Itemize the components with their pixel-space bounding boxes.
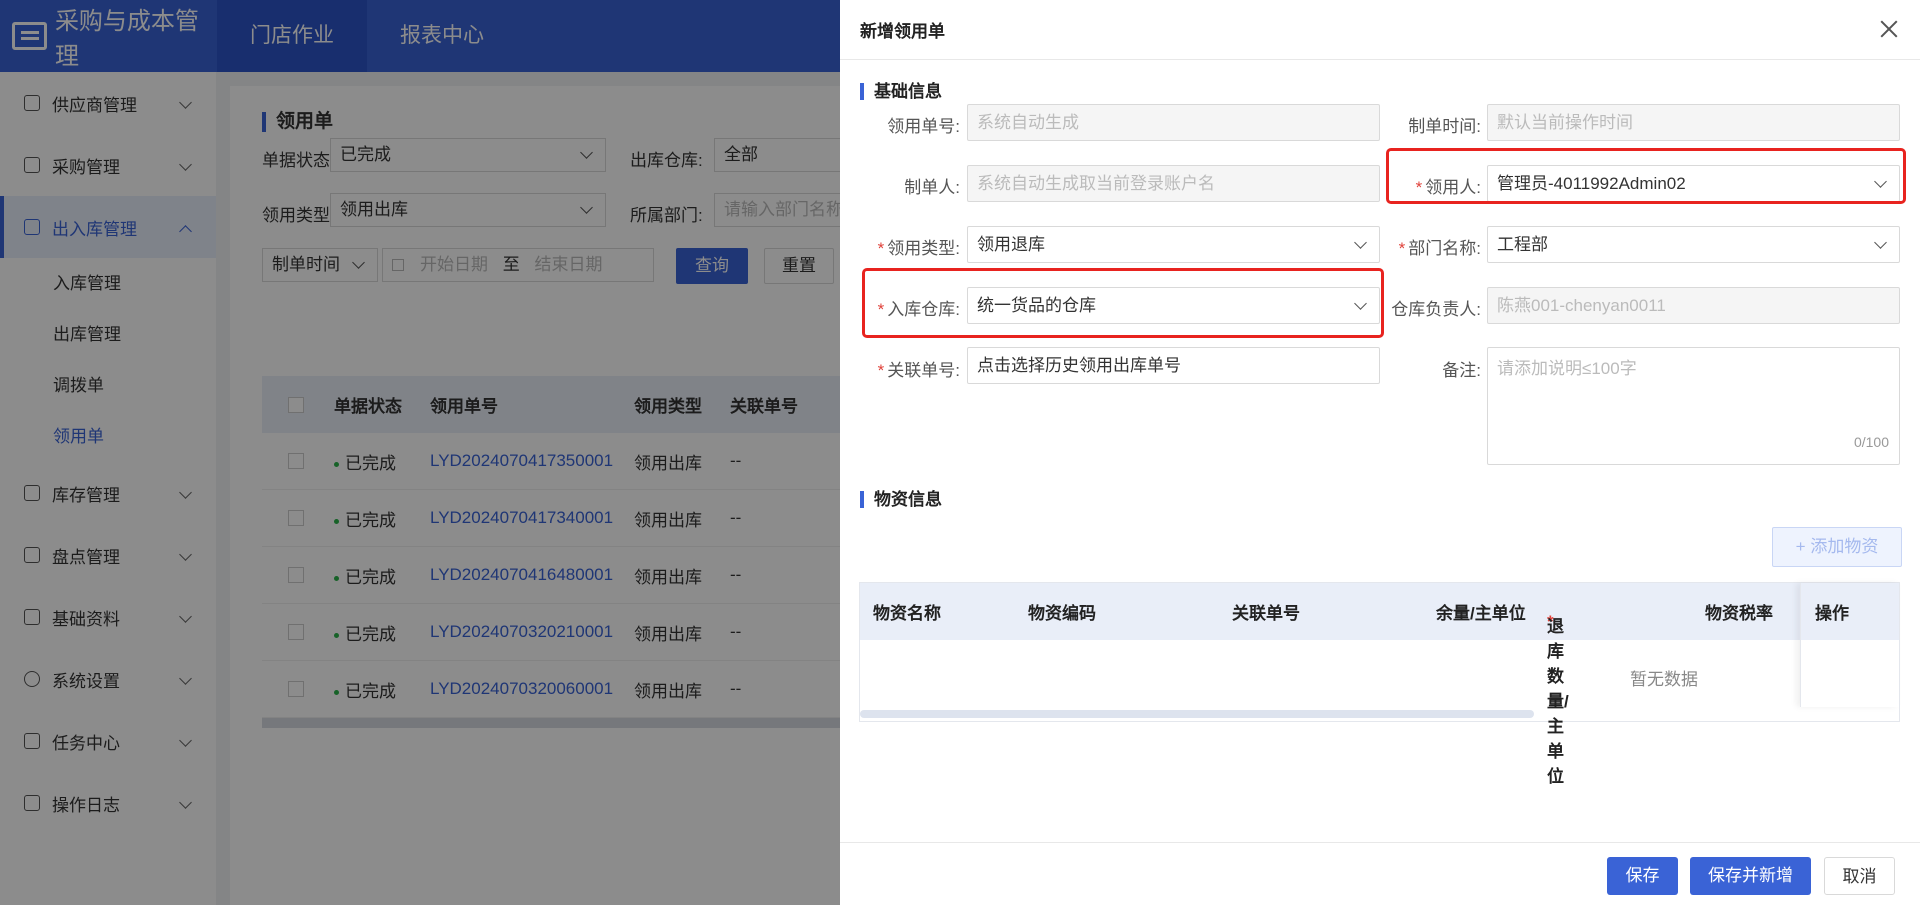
col-tax-rate: 物资税率	[1705, 604, 1773, 623]
label-text: 制单人:	[904, 178, 960, 197]
create-time-input: 默认当前操作时间	[1487, 104, 1900, 141]
remark-label: 备注:	[1361, 356, 1481, 381]
cancel-button[interactable]: 取消	[1824, 857, 1895, 895]
highlight-box-receiver	[1386, 148, 1906, 204]
horizontal-scrollbar[interactable]	[860, 710, 1534, 718]
creator-input: 系统自动生成取当前登录账户名	[967, 165, 1380, 202]
save-button[interactable]: 保存	[1607, 857, 1678, 895]
dept-select[interactable]: 工程部	[1487, 226, 1900, 263]
creator-label: 制单人:	[840, 173, 960, 198]
material-table: 物资名称 物资编码 关联单号 余量/主单位 * 退库数量/主单位 物资税率 操作 …	[859, 582, 1900, 786]
drawer-footer: 保存 保存并新增 取消	[840, 842, 1920, 905]
required-mark: *	[877, 361, 885, 380]
label-text: 制单时间:	[1408, 117, 1481, 136]
label-text: 部门名称:	[1408, 239, 1481, 258]
col-material-name: 物资名称	[873, 604, 941, 623]
label-text: 仓库负责人:	[1391, 300, 1481, 319]
label-text: 备注:	[1442, 361, 1481, 380]
type-value: 领用退库	[977, 235, 1045, 254]
basic-info-title: 基础信息	[860, 83, 942, 100]
remark-placeholder: 请添加说明≤100字	[1497, 359, 1637, 378]
create-time-label: 制单时间:	[1361, 112, 1481, 137]
type-label: * 领用类型:	[840, 234, 960, 259]
order-no-input: 系统自动生成	[967, 104, 1380, 141]
empty-text: 暂无数据	[1630, 670, 1698, 689]
label-text: 领用类型:	[887, 239, 960, 258]
fixed-column-shadow	[1800, 583, 1900, 707]
add-material-button[interactable]: + 添加物资	[1772, 527, 1902, 567]
label-text: 领用单号:	[887, 117, 960, 136]
required-mark: *	[877, 239, 885, 258]
chevron-down-icon	[1874, 236, 1887, 249]
required-mark: *	[1398, 239, 1406, 258]
wh-manager-input: 陈燕001-chenyan0011	[1487, 287, 1900, 324]
highlight-box-warehouse	[862, 268, 1384, 338]
add-requisition-drawer: 新增领用单 基础信息 领用单号: 系统自动生成 制单时间: 默认当前操作时间 制…	[840, 0, 1920, 905]
col-remaining: 余量/主单位	[1436, 604, 1526, 623]
rel-label: * 关联单号:	[840, 356, 960, 381]
remark-textarea[interactable]: 请添加说明≤100字 0/100	[1487, 347, 1900, 465]
type-select[interactable]: 领用退库	[967, 226, 1380, 263]
material-table-header: 物资名称 物资编码 关联单号 余量/主单位 * 退库数量/主单位 物资税率 操作	[860, 583, 1899, 786]
label-text: 关联单号:	[887, 361, 960, 380]
material-info-title: 物资信息	[860, 491, 942, 508]
order-no-label: 领用单号:	[840, 112, 960, 137]
col-material-code: 物资编码	[1028, 604, 1096, 623]
col-return-qty-text: 退库数量/主单位	[1547, 616, 1569, 786]
drawer-header: 新增领用单	[840, 0, 1920, 60]
modal-overlay[interactable]	[0, 0, 840, 905]
col-rel-order: 关联单号	[1232, 604, 1300, 623]
dept-label: * 部门名称:	[1361, 234, 1481, 259]
rel-order-input[interactable]: 点击选择历史领用出库单号	[967, 347, 1380, 384]
remark-counter: 0/100	[1853, 434, 1889, 450]
drawer-title: 新增领用单	[860, 22, 945, 41]
dept-value: 工程部	[1497, 235, 1548, 254]
close-icon[interactable]	[1878, 18, 1900, 40]
save-and-new-button[interactable]: 保存并新增	[1690, 857, 1811, 895]
